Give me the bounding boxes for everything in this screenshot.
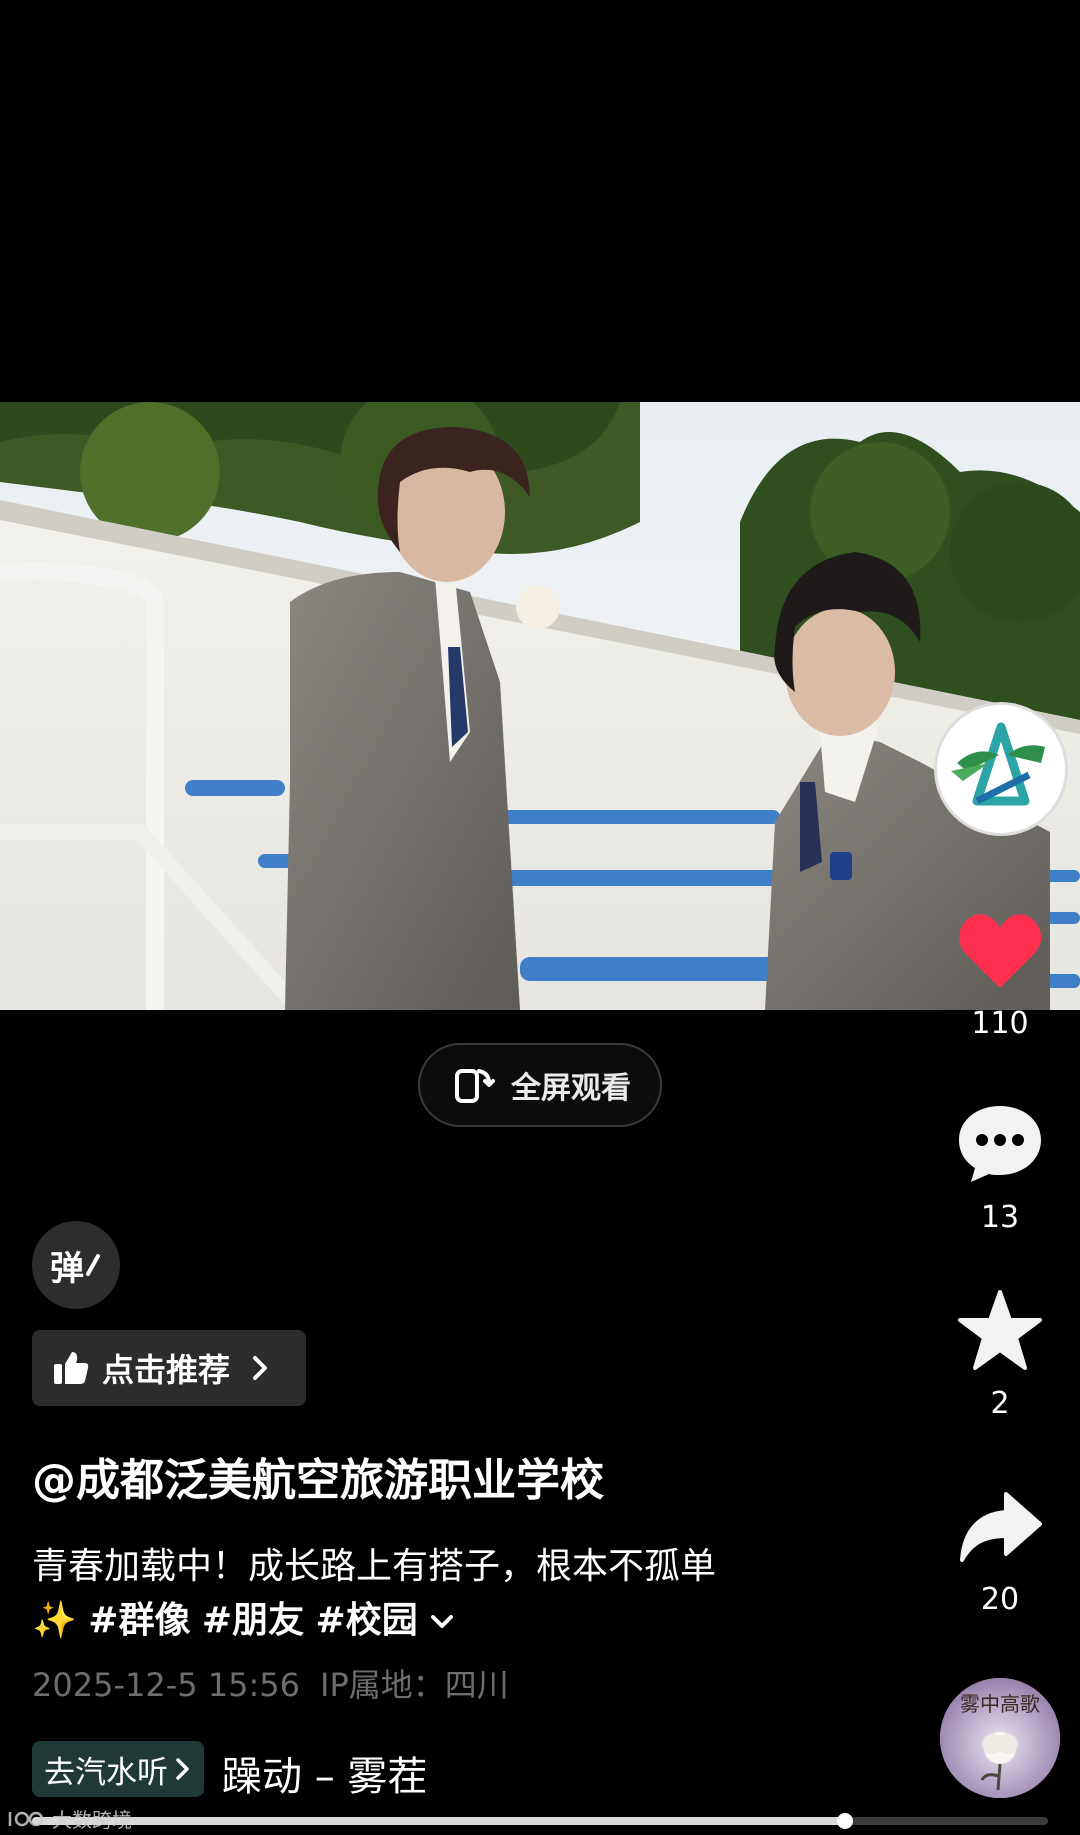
danmaku-slash-icon <box>86 1254 100 1276</box>
video-frame[interactable] <box>0 402 1080 1010</box>
chevron-right-icon <box>253 1356 268 1380</box>
star-icon <box>958 1290 1042 1370</box>
school-logo-icon <box>939 707 1063 831</box>
post-caption[interactable]: 青春加载中！成长路上有搭子，根本不孤单 ✨ #群像 #朋友 #校园 <box>32 1540 812 1648</box>
hashtag[interactable]: #群像 <box>88 1600 190 1641</box>
thumbs-up-icon <box>54 1352 89 1384</box>
watermark: 大数跨境 <box>6 1804 132 1833</box>
like-action[interactable]: 110 <box>950 912 1050 1041</box>
video-thumbnail-image <box>0 402 1080 1010</box>
fullscreen-button[interactable]: 全屏观看 <box>418 1043 662 1127</box>
heart-icon <box>958 914 1042 988</box>
share-count: 20 <box>980 1582 1020 1617</box>
watermark-logo-icon <box>8 1811 44 1826</box>
author-name[interactable]: @成都泛美航空旅游职业学校 <box>32 1444 604 1508</box>
sparkles-emoji: ✨ <box>32 1600 77 1641</box>
open-in-qishui-label: 去汽水听 <box>44 1754 168 1791</box>
progress-knob[interactable] <box>836 1813 853 1829</box>
favorite-action[interactable]: 2 <box>950 1288 1050 1421</box>
danmaku-label: 弹 <box>50 1248 84 1289</box>
post-date: 2025-12-5 15:56 <box>32 1666 300 1704</box>
open-in-qishui-button[interactable]: 去汽水听 <box>32 1741 204 1797</box>
recommend-label: 点击推荐 <box>102 1351 231 1389</box>
caption-text: 青春加载中！成长路上有搭子，根本不孤单 <box>32 1546 717 1587</box>
watermark-text: 大数跨境 <box>52 1808 132 1832</box>
comment-bubble-icon <box>959 1106 1041 1182</box>
share-arrow-icon <box>960 1492 1042 1562</box>
expand-chevron-icon[interactable] <box>429 1612 455 1632</box>
post-meta: 2025-12-5 15:56 IP属地：四川 <box>32 1660 509 1706</box>
danmaku-toggle-button[interactable]: 弹 <box>32 1221 120 1309</box>
music-title[interactable]: 躁动 – 雾茬 <box>222 1744 427 1802</box>
caption-tags-line: ✨ #群像 #朋友 #校园 <box>32 1594 812 1648</box>
progress-fill <box>32 1817 845 1825</box>
chevron-right-icon <box>176 1758 189 1780</box>
video-player[interactable]: 全屏观看 <box>0 0 1080 1127</box>
ip-location: IP属地：四川 <box>320 1666 509 1704</box>
favorite-count: 2 <box>990 1386 1010 1421</box>
music-disc[interactable]: 雾中高歌 <box>940 1678 1060 1798</box>
recommend-button[interactable]: 点击推荐 <box>32 1330 306 1406</box>
music-cover-text: 雾中高歌 <box>960 1692 1040 1716</box>
comment-action[interactable]: 13 <box>950 1102 1050 1235</box>
video-progress-bar[interactable] <box>32 1813 1048 1829</box>
fullscreen-label: 全屏观看 <box>511 1071 631 1106</box>
comment-count: 13 <box>980 1200 1020 1235</box>
author-avatar[interactable] <box>937 705 1065 833</box>
share-action[interactable]: 20 <box>950 1488 1050 1617</box>
rotate-screen-icon <box>455 1069 495 1103</box>
hashtag[interactable]: #校园 <box>316 1600 418 1641</box>
hashtag[interactable]: #朋友 <box>202 1600 304 1641</box>
like-count: 110 <box>971 1006 1029 1041</box>
